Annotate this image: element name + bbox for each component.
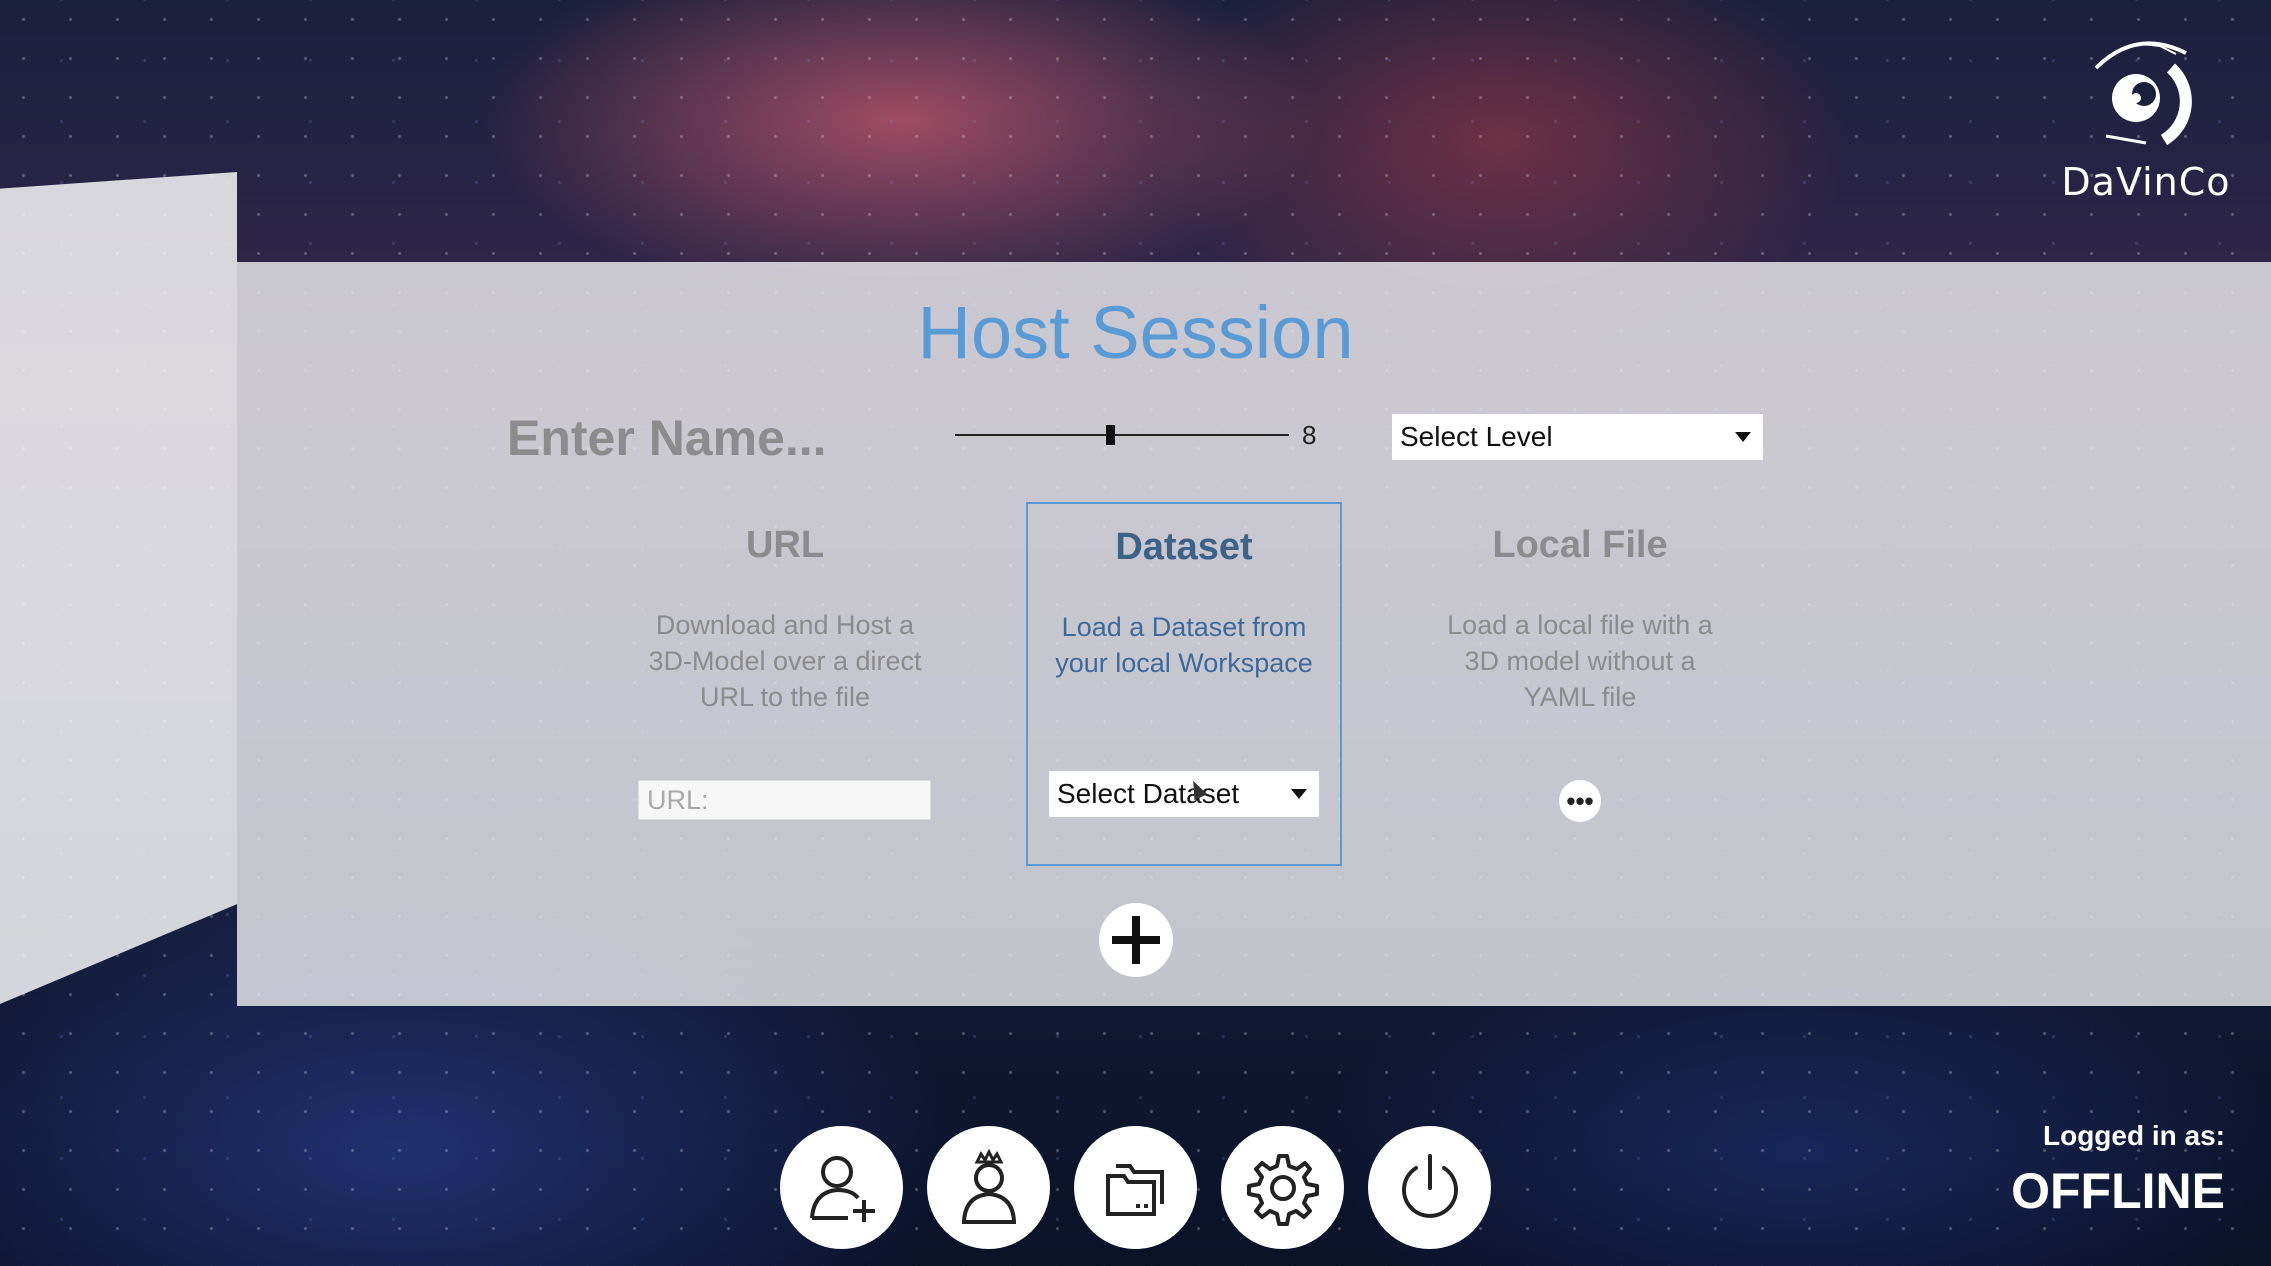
option-local-file-title: Local File bbox=[1492, 524, 1668, 566]
dropdown-arrow-icon bbox=[1735, 432, 1751, 442]
option-url-title: URL bbox=[745, 524, 825, 566]
login-label: Logged in as: bbox=[2043, 1120, 2225, 1151]
slider-thumb[interactable] bbox=[1106, 425, 1115, 445]
option-local-file-description: Load a local file with a 3D model withou… bbox=[1447, 610, 1713, 712]
gear-icon bbox=[1246, 1153, 1319, 1226]
brand-name: DaVinCo bbox=[2061, 160, 2231, 204]
dropdown-arrow-icon bbox=[1291, 789, 1307, 799]
browse-file-button[interactable]: ••• bbox=[1559, 780, 1601, 822]
power-button[interactable] bbox=[1368, 1126, 1491, 1249]
folders-icon bbox=[1105, 1163, 1164, 1216]
add-user-icon bbox=[809, 1155, 875, 1222]
level-select[interactable]: Select Level bbox=[1392, 414, 1763, 460]
brand-logo: DaVinCo bbox=[2051, 28, 2241, 204]
option-dataset-title: Dataset bbox=[1115, 526, 1253, 568]
settings-button[interactable] bbox=[1221, 1126, 1344, 1249]
level-select-value: Select Level bbox=[1400, 421, 1553, 452]
host-user-icon bbox=[961, 1148, 1016, 1224]
option-dataset-description: Load a Dataset from your local Workspace bbox=[1055, 612, 1313, 678]
davinco-logo-icon bbox=[2094, 41, 2192, 146]
player-count-slider[interactable] bbox=[955, 434, 1289, 436]
session-name-input[interactable] bbox=[505, 402, 839, 474]
login-status: Logged in as: OFFLINE bbox=[2011, 1120, 2225, 1220]
add-user-button[interactable] bbox=[780, 1126, 903, 1249]
slider-value: 8 bbox=[1302, 420, 1317, 450]
host-user-button[interactable] bbox=[927, 1126, 1050, 1249]
dataset-select-value: Select Dataset bbox=[1057, 778, 1240, 809]
login-status-value: OFFLINE bbox=[2011, 1163, 2225, 1219]
plus-icon bbox=[1112, 916, 1160, 964]
add-session-button[interactable] bbox=[1099, 903, 1173, 977]
page-title: Host Session bbox=[917, 291, 1354, 374]
bottom-toolbar bbox=[780, 1126, 1491, 1249]
option-url-description: Download and Host a 3D-Model over a dire… bbox=[648, 610, 922, 712]
power-icon bbox=[1401, 1153, 1458, 1218]
dataset-select[interactable]: Select Dataset bbox=[1049, 771, 1319, 817]
url-input[interactable] bbox=[638, 780, 931, 820]
folders-button[interactable] bbox=[1074, 1126, 1197, 1249]
